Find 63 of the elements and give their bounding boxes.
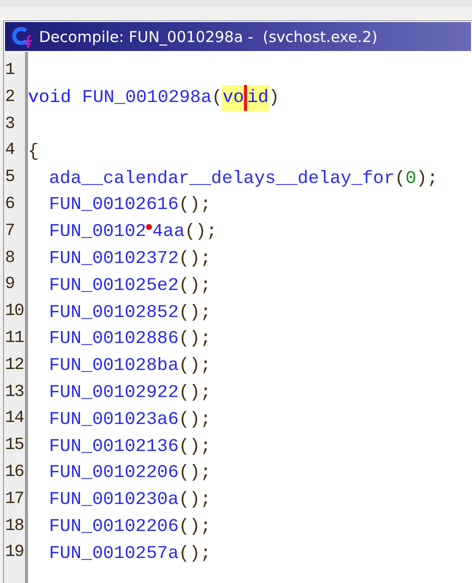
code-token: FUN_0010257a [49, 542, 179, 566]
code-token: (); [178, 542, 212, 566]
code-token: FUN_00102922 [49, 382, 179, 405]
code-token: id [247, 85, 269, 112]
code-token: FUN_001025e2 [49, 274, 179, 298]
line-number: 5 [5, 168, 14, 188]
code-token: ); [416, 168, 438, 191]
code-token: FUN_00102852 [49, 302, 179, 325]
code-token: 4aa [152, 221, 185, 244]
code-token: FUN_001023a6 [49, 408, 179, 432]
code-token: (); [178, 302, 212, 325]
code-token: void [28, 87, 72, 110]
code-token: ada__calendar__delays__delay_for [49, 168, 395, 191]
code-token: FUN_00102136 [49, 436, 179, 459]
line-number: 4 [5, 141, 14, 160]
line-number: 3 [5, 114, 14, 134]
code-token: (); [178, 355, 212, 378]
code-token: FUN_00102206 [49, 462, 179, 486]
code-token: (); [178, 462, 212, 486]
code-token: vo [222, 85, 244, 112]
code-token: { [28, 140, 39, 164]
code-token: (); [178, 194, 212, 218]
code-token: (); [178, 489, 212, 512]
line-number: 14 [5, 409, 24, 428]
line-number: 12 [5, 356, 24, 375]
window-title: Decompile: FUN_0010298a - (svchost.exe.2) [39, 28, 378, 46]
dot-icon [146, 224, 152, 230]
line-number: 13 [5, 382, 24, 402]
code-token: 0 [405, 168, 416, 191]
code-token: ) [268, 87, 280, 110]
code-token: (); [178, 516, 212, 539]
line-number: 8 [5, 248, 14, 268]
line-number: 18 [5, 516, 24, 536]
code-token: (); [178, 436, 212, 459]
code-token: (); [184, 221, 218, 244]
code-token: (); [178, 328, 212, 352]
line-number: 9 [5, 275, 14, 294]
code-token: (); [178, 274, 212, 298]
code-token: (); [178, 248, 212, 271]
text-cursor [244, 85, 248, 112]
code-token: ( [394, 168, 406, 191]
line-number: 17 [5, 490, 24, 509]
line-number: 19 [5, 543, 24, 562]
code-token: ( [212, 87, 222, 110]
line-number: 2 [5, 88, 14, 107]
code-token: FUN_0010298a [82, 87, 212, 110]
line-number: 10 [5, 302, 24, 322]
code-token: FUN_00102616 [49, 194, 179, 218]
line-number: 1 [5, 61, 14, 80]
code-token: FUN_0010230a [49, 489, 179, 512]
line-number: 16 [5, 462, 24, 482]
line-number: 6 [5, 194, 14, 214]
line-number: 7 [5, 222, 14, 241]
code-token: FUN_00102886 [49, 328, 179, 352]
decompiler-icon [11, 26, 33, 48]
code-token: (); [178, 408, 212, 432]
code-token: FUN_00102206 [49, 516, 179, 539]
code-token: FUN_00102 [49, 221, 146, 244]
line-number: 11 [5, 328, 24, 348]
code-token: FUN_00102372 [49, 248, 179, 271]
line-number: 15 [5, 436, 24, 456]
code-token: FUN_001028ba [49, 355, 179, 378]
code-token: (); [178, 382, 212, 405]
